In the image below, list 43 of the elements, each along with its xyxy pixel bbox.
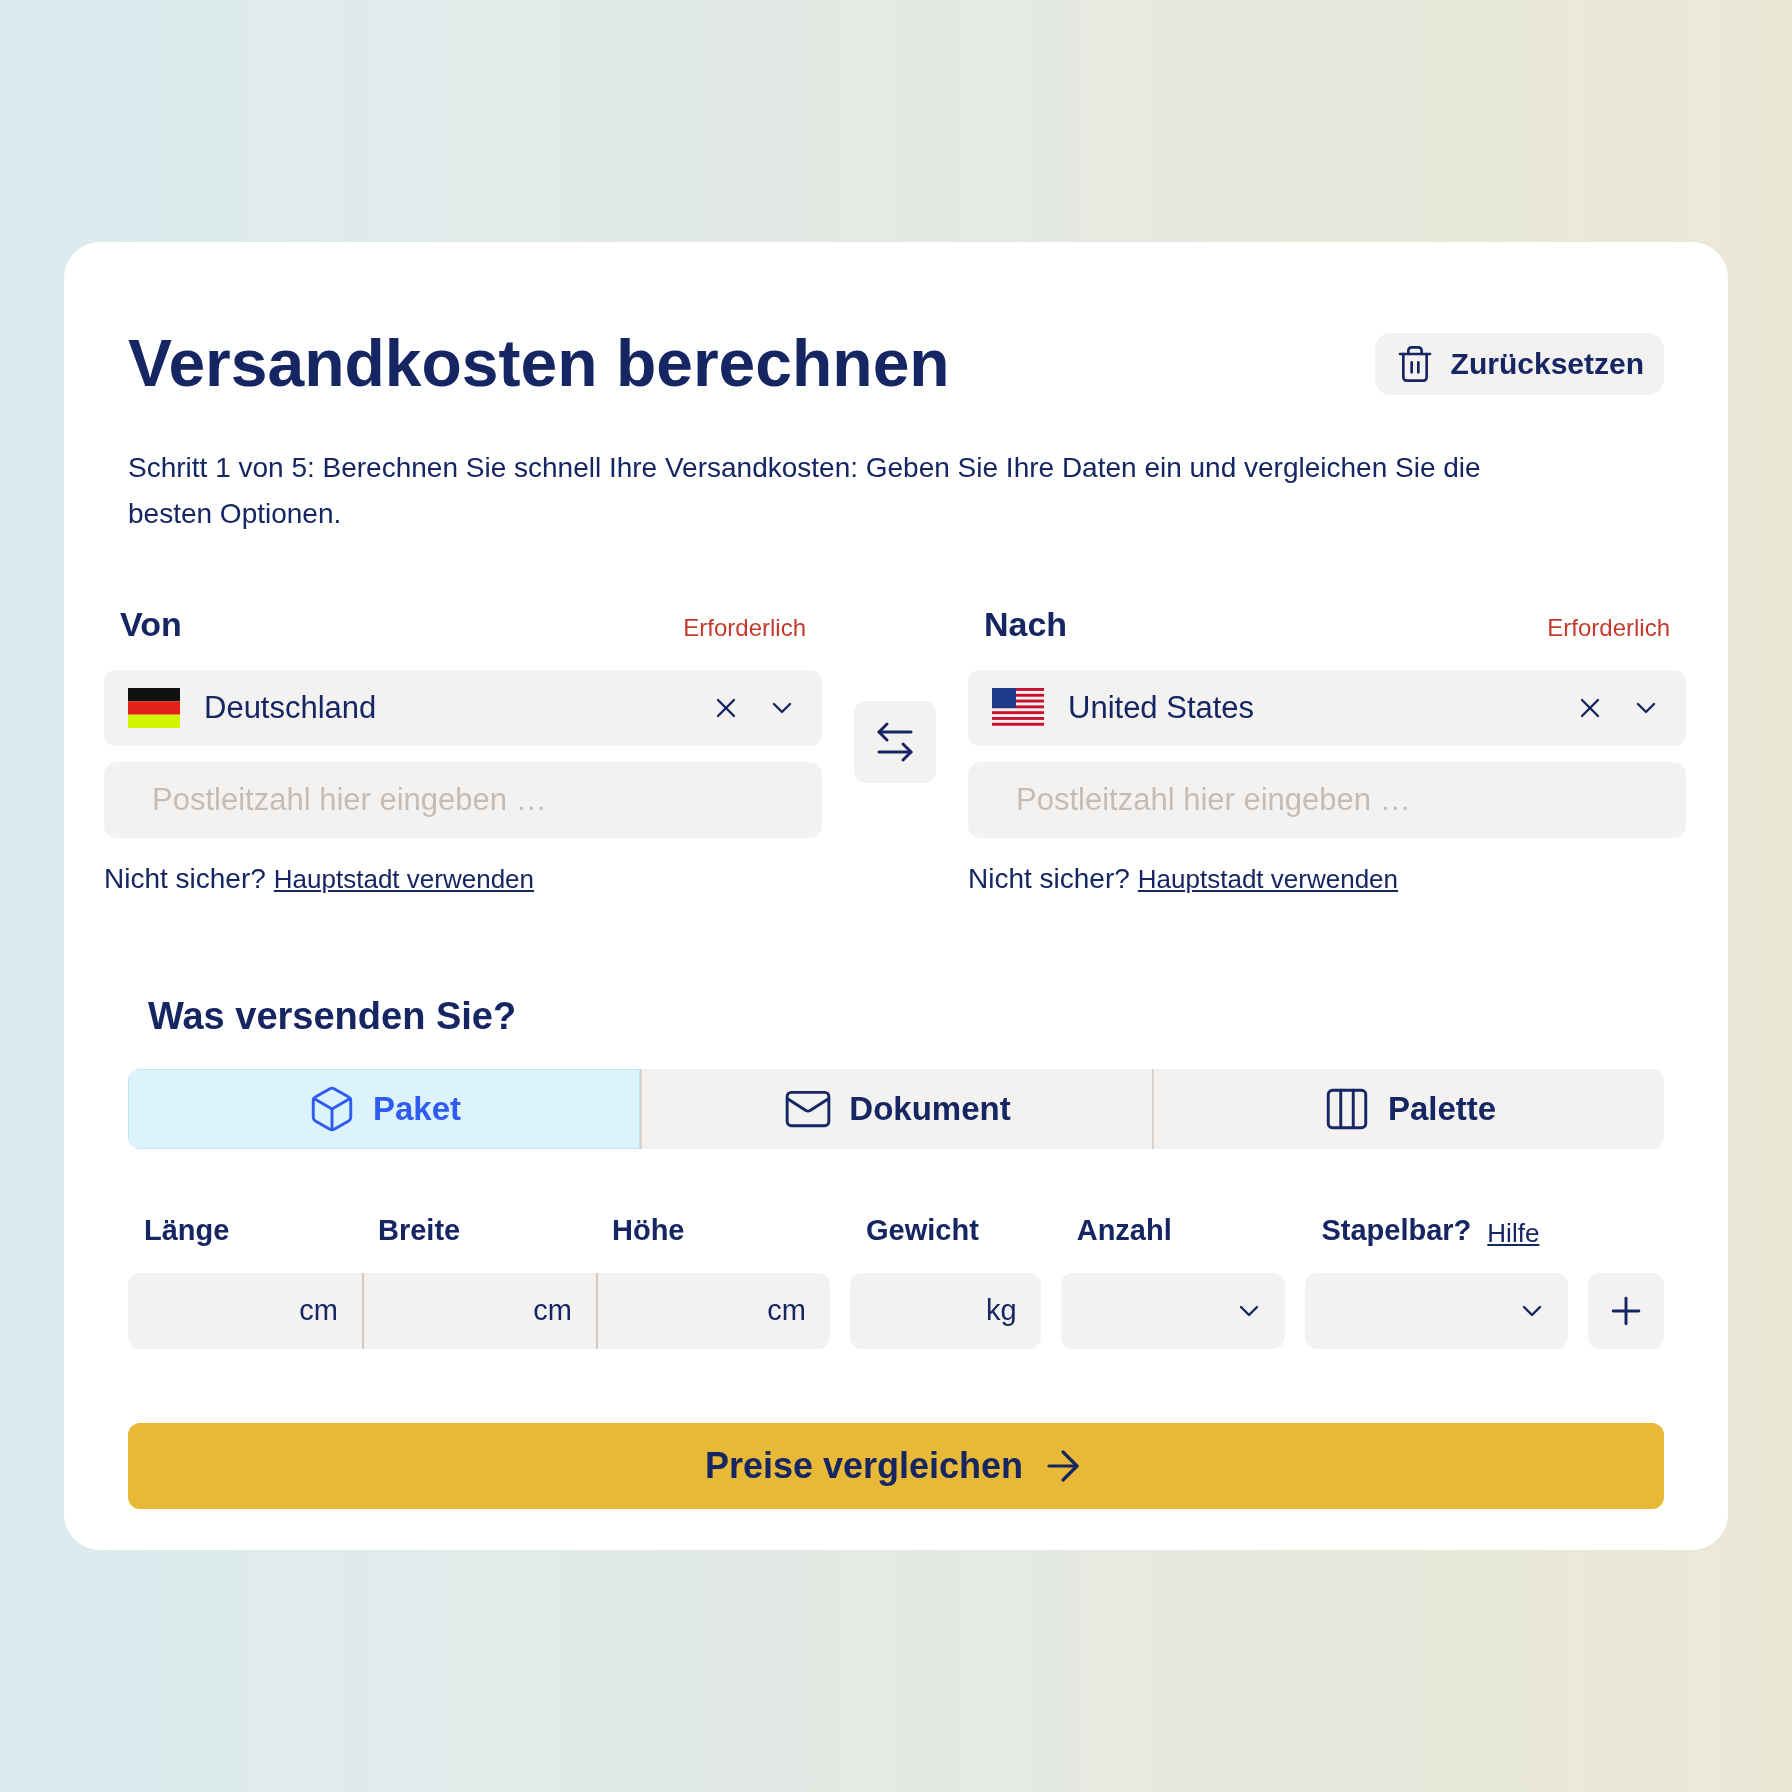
swap-button[interactable] <box>854 701 936 783</box>
unit-label: cm <box>533 1292 572 1328</box>
page-title: Versandkosten berechnen <box>128 325 950 402</box>
measure-field[interactable]: cm <box>596 1272 830 1349</box>
country-select[interactable]: United States <box>968 670 1686 746</box>
field-label: Stapelbar? <box>1321 1213 1472 1248</box>
capital-link[interactable]: Hauptstadt verwenden <box>273 859 534 899</box>
step-description: Schritt 1 von 5: Berechnen Sie schnell Ihre Versandkosten: Geben Sie Ihre Daten ein und vergleichen Sie die besten Optionen. <box>128 451 1482 531</box>
unit-label: cm <box>299 1292 338 1328</box>
field-label: Höhe <box>611 1213 686 1248</box>
select-field[interactable] <box>1060 1272 1286 1349</box>
shipment-tab[interactable]: Palette <box>1152 1069 1664 1149</box>
field-label: Gewicht <box>866 1213 979 1248</box>
country-value: Deutschland <box>204 688 378 727</box>
field-label: Länge <box>143 1213 231 1248</box>
hint-text: Nicht sicher? <box>968 862 1130 896</box>
field-label: Breite <box>377 1213 462 1248</box>
field-label: Nach <box>984 604 1068 645</box>
country-value: United States <box>1068 688 1256 727</box>
section-heading: Was versenden Sie? <box>148 994 518 1039</box>
unit-label: cm <box>767 1292 806 1328</box>
field-label: Anzahl <box>1076 1213 1172 1248</box>
reset-button[interactable]: Zurücksetzen <box>1374 332 1664 395</box>
help-link[interactable]: Hilfe <box>1487 1213 1540 1253</box>
capital-link[interactable]: Hauptstadt verwenden <box>1137 859 1398 899</box>
add-button[interactable] <box>1588 1272 1664 1349</box>
required-label: Erforderlich <box>1547 613 1670 643</box>
hint-text: Nicht sicher? <box>104 862 266 896</box>
field-label: Von <box>120 604 182 645</box>
postcode-field[interactable]: Postleitzahl hier eingeben … <box>104 762 822 838</box>
country-select[interactable]: Deutschland <box>104 670 822 746</box>
measure-field[interactable]: kg <box>850 1272 1041 1349</box>
select-field[interactable] <box>1305 1272 1568 1349</box>
unit-label: kg <box>986 1292 1017 1328</box>
shipment-tab[interactable]: Dokument <box>640 1069 1152 1149</box>
measure-field[interactable]: cm <box>128 1272 362 1349</box>
postcode-field[interactable]: Postleitzahl hier eingeben … <box>968 762 1686 838</box>
flag-icon <box>992 688 1044 728</box>
measure-field[interactable]: cm <box>362 1272 596 1349</box>
compare-prices-button[interactable]: Preise vergleichen <box>128 1422 1664 1509</box>
shipment-tab[interactable]: Paket <box>128 1069 640 1149</box>
flag-icon <box>128 688 180 728</box>
required-label: Erforderlich <box>683 613 806 643</box>
